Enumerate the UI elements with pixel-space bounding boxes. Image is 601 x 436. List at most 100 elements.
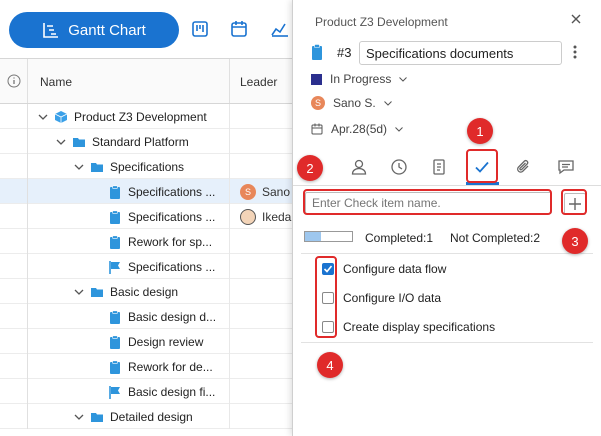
avatar: S — [311, 96, 325, 110]
check-item[interactable]: Configure data flow — [322, 262, 446, 276]
row-label: Specifications ... — [128, 209, 216, 224]
status-select[interactable]: In Progress — [311, 72, 408, 86]
gantt-chart-button[interactable]: Gantt Chart — [9, 12, 179, 48]
date-select[interactable]: Apr.28(5d) — [311, 122, 403, 136]
gantt-chart-label: Gantt Chart — [68, 21, 146, 39]
table-row[interactable]: Basic design fi... — [0, 379, 292, 404]
highlight-box-checklist-tab — [466, 149, 498, 183]
not-completed-count: Not Completed:2 — [450, 231, 541, 245]
table-row[interactable]: Product Z3 Development — [0, 104, 292, 129]
highlight-box-checkboxes — [315, 256, 337, 338]
row-label: Product Z3 Development — [74, 109, 207, 124]
table-row[interactable]: Specifications — [0, 154, 292, 179]
project-title: Product Z3 Development — [315, 15, 448, 29]
clock-icon[interactable] — [390, 158, 408, 176]
chevron-down-icon — [395, 126, 403, 132]
table-row[interactable]: Rework for de... — [0, 354, 292, 379]
chevron-down-icon[interactable] — [74, 162, 84, 172]
chevron-down-icon[interactable] — [38, 112, 48, 122]
flag-icon — [109, 260, 120, 274]
chevron-down-icon — [399, 76, 408, 82]
row-label: Specifications ... — [128, 184, 216, 199]
callout-1: 1 — [467, 118, 493, 144]
clipboard-icon — [110, 335, 120, 349]
leader-name: Ikeda — [262, 209, 292, 224]
table-row[interactable]: Rework for sp... — [0, 229, 292, 254]
clipboard-icon — [312, 44, 322, 60]
task-number: #3 — [337, 45, 352, 60]
row-label: Specifications — [110, 159, 185, 174]
chart-icon[interactable] — [270, 20, 288, 38]
chevron-down-icon[interactable] — [74, 287, 84, 297]
table-row[interactable]: Basic design — [0, 279, 292, 304]
check-item[interactable]: Configure I/O data — [322, 291, 441, 305]
table-row[interactable]: Specifications ... Ikeda — [0, 204, 292, 229]
leader-name: Sano — [262, 184, 291, 199]
callout-2: 2 — [297, 155, 323, 181]
divider — [301, 253, 593, 254]
row-label: Basic design — [110, 284, 179, 299]
table-header: Name Leader — [0, 58, 292, 104]
leader-column-header[interactable]: Leader — [240, 75, 277, 89]
clipboard-icon — [110, 185, 120, 199]
row-label: Basic design fi... — [128, 384, 216, 399]
cube-icon — [54, 110, 68, 123]
row-label: Rework for sp... — [128, 234, 213, 249]
info-icon[interactable] — [7, 74, 21, 88]
info-column — [0, 59, 28, 103]
close-icon[interactable] — [569, 12, 583, 26]
calendar-icon — [311, 123, 323, 135]
progress-fill — [305, 232, 321, 241]
clipboard-icon — [110, 210, 120, 224]
folder-icon — [91, 162, 103, 172]
chevron-down-icon[interactable] — [56, 137, 66, 147]
table-row[interactable]: Specifications ... — [0, 254, 292, 279]
callout-4: 4 — [317, 352, 343, 378]
highlight-box-add-button — [561, 189, 587, 215]
calendar-icon[interactable] — [230, 20, 248, 38]
row-label: Detailed design — [110, 409, 193, 424]
paperclip-icon[interactable] — [515, 158, 533, 176]
gantt-area: Gantt Chart Name Leader Product Z3 Devel… — [0, 0, 292, 436]
toolbar: Gantt Chart — [0, 0, 292, 58]
assignee-label: Sano S. — [333, 96, 376, 110]
comment-icon[interactable] — [557, 158, 575, 176]
name-column-header[interactable]: Name — [40, 75, 72, 89]
row-label: Specifications ... — [128, 259, 216, 274]
clipboard-icon — [110, 235, 120, 249]
chevron-down-icon[interactable] — [74, 412, 84, 422]
table-row[interactable]: Design review — [0, 329, 292, 354]
table-row[interactable]: Basic design d... — [0, 304, 292, 329]
completed-count: Completed:1 — [365, 231, 434, 245]
avatar — [240, 208, 256, 225]
status-color-square — [311, 73, 322, 85]
check-item[interactable]: Create display specifications — [322, 320, 495, 334]
check-item-label: Configure I/O data — [343, 291, 442, 305]
table-row[interactable]: Specifications ... S Sano — [0, 179, 292, 204]
row-label: Standard Platform — [92, 134, 189, 149]
date-label: Apr.28(5d) — [331, 122, 388, 136]
table-row[interactable]: Standard Platform — [0, 129, 292, 154]
check-item-label: Create display specifications — [343, 320, 496, 334]
callout-3: 3 — [562, 228, 588, 254]
table-row[interactable]: Detailed design — [0, 404, 292, 429]
row-label: Rework for de... — [128, 359, 213, 374]
more-vertical-icon[interactable] — [573, 45, 577, 59]
assignee-select[interactable]: S Sano S. — [311, 96, 392, 110]
folder-icon — [73, 137, 85, 147]
leader-cell: S Sano — [240, 179, 290, 204]
folder-icon — [91, 287, 103, 297]
check-item-label: Configure data flow — [343, 262, 447, 276]
gantt-chart-icon — [43, 23, 59, 38]
leader-cell: Ikeda — [240, 204, 291, 229]
chevron-down-icon — [383, 100, 392, 106]
checklist-progress-bar — [304, 231, 353, 242]
document-icon[interactable] — [431, 158, 449, 176]
board-icon[interactable] — [191, 20, 209, 38]
row-label: Basic design d... — [128, 309, 217, 324]
detail-tabs — [293, 151, 601, 186]
task-name-input[interactable] — [359, 41, 562, 65]
divider — [301, 342, 593, 343]
avatar: S — [240, 183, 256, 200]
person-icon[interactable] — [350, 158, 368, 176]
